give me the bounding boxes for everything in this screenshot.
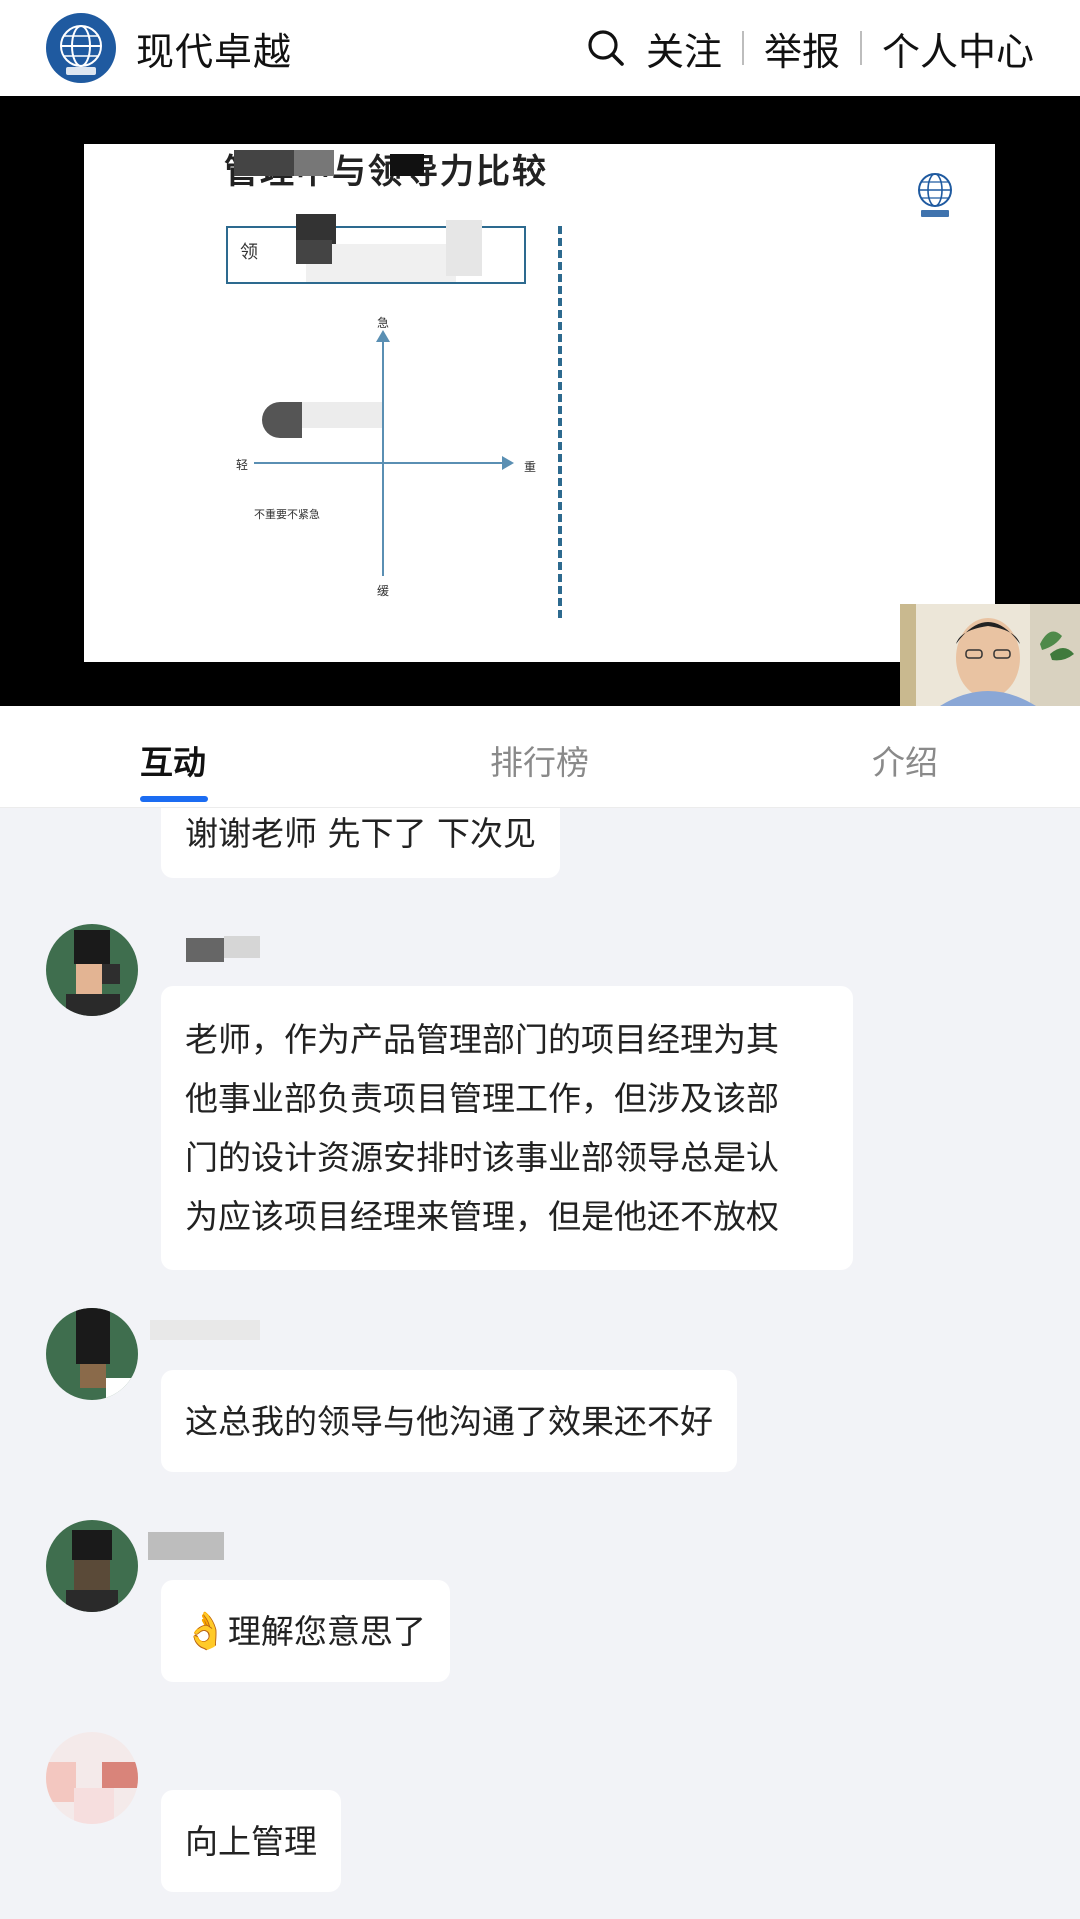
nav-divider bbox=[741, 31, 744, 65]
mosaic-block bbox=[148, 1532, 224, 1560]
chat-bubble: 👌理解您意思了 bbox=[161, 1580, 450, 1682]
avatar[interactable] bbox=[46, 1520, 138, 1612]
mosaic-block bbox=[296, 240, 332, 264]
header-actions: 关注 举报 个人中心 bbox=[584, 21, 1034, 76]
chat-bubble: 老师，作为产品管理部门的项目经理为其 他事业部负责项目管理工作，但涉及该部 门的… bbox=[161, 986, 853, 1270]
message-text: 谢谢老师 先下了 下次见 bbox=[185, 814, 536, 853]
mosaic-block bbox=[446, 220, 482, 276]
tab-introduction[interactable]: 介绍 bbox=[872, 736, 938, 784]
slide-logo-icon bbox=[918, 173, 952, 217]
message-line: 门的设计资源安排时该事业部领导总是认 bbox=[185, 1138, 779, 1177]
globe-logo-icon bbox=[46, 13, 116, 83]
avatar[interactable] bbox=[46, 924, 138, 1016]
axis-label-top: 急 bbox=[377, 316, 390, 330]
chat-bubble: 向上管理 bbox=[161, 1790, 341, 1892]
nav-divider bbox=[859, 31, 862, 65]
video-player[interactable]: 管理中与领导力比较 领 急 缓 轻 重 不重要不紧急 bbox=[0, 96, 1080, 706]
dashed-divider bbox=[558, 226, 562, 618]
mosaic-block bbox=[150, 1320, 260, 1340]
axis-label-left: 轻 bbox=[236, 458, 249, 472]
box-label: 领 bbox=[240, 242, 258, 263]
chat-list[interactable]: 谢谢老师 先下了 下次见 老师，作为产品管理部门的项目经理为其 他事业部负责项目… bbox=[0, 808, 1080, 1919]
axis-arrow-right-icon bbox=[502, 456, 514, 470]
chat-bubble: 这总我的领导与他沟通了效果还不好 bbox=[161, 1370, 737, 1472]
mosaic-block bbox=[234, 150, 294, 176]
message-text: 理解您意思了 bbox=[227, 1612, 426, 1651]
active-tab-indicator bbox=[140, 796, 208, 802]
follow-link[interactable]: 关注 bbox=[646, 21, 722, 76]
profile-center-link[interactable]: 个人中心 bbox=[882, 21, 1034, 76]
message-line: 为应该项目经理来管理，但是他还不放权 bbox=[185, 1197, 779, 1236]
axis-label-right: 重 bbox=[524, 460, 537, 474]
ok-hand-emoji: 👌 bbox=[183, 1611, 228, 1652]
message-line: 他事业部负责项目管理工作，但涉及该部 bbox=[185, 1079, 779, 1118]
mosaic-block bbox=[294, 150, 334, 176]
mosaic-block bbox=[186, 938, 224, 962]
chat-bubble: 谢谢老师 先下了 下次见 bbox=[161, 808, 560, 878]
mosaic-block bbox=[390, 154, 424, 176]
tab-leaderboard[interactable]: 排行榜 bbox=[490, 736, 589, 784]
brand[interactable]: 现代卓越 bbox=[46, 13, 292, 83]
mosaic-block bbox=[224, 936, 260, 958]
brand-name: 现代卓越 bbox=[136, 29, 293, 74]
vertical-axis bbox=[382, 336, 384, 576]
message-text: 这总我的领导与他沟通了效果还不好 bbox=[185, 1402, 713, 1441]
tab-bar: 互动 排行榜 介绍 bbox=[0, 706, 1080, 808]
axis-label-bottom: 缓 bbox=[377, 584, 390, 598]
search-icon[interactable] bbox=[584, 26, 628, 70]
message-line: 老师，作为产品管理部门的项目经理为其 bbox=[185, 1020, 779, 1059]
axis-arrow-up-icon bbox=[376, 330, 390, 342]
mosaic-block bbox=[302, 402, 382, 428]
report-link[interactable]: 举报 bbox=[764, 21, 840, 76]
top-header: 现代卓越 关注 举报 个人中心 bbox=[0, 0, 1080, 96]
presentation-slide: 管理中与领导力比较 领 急 缓 轻 重 不重要不紧急 bbox=[84, 144, 995, 662]
mosaic-block bbox=[262, 402, 302, 438]
message-text: 向上管理 bbox=[185, 1822, 317, 1861]
quadrant-label: 不重要不紧急 bbox=[254, 508, 320, 521]
avatar[interactable] bbox=[46, 1308, 138, 1400]
tab-interaction[interactable]: 互动 bbox=[140, 736, 206, 784]
avatar[interactable] bbox=[46, 1732, 138, 1824]
presenter-camera[interactable] bbox=[900, 604, 1080, 706]
horizontal-axis bbox=[254, 462, 506, 464]
